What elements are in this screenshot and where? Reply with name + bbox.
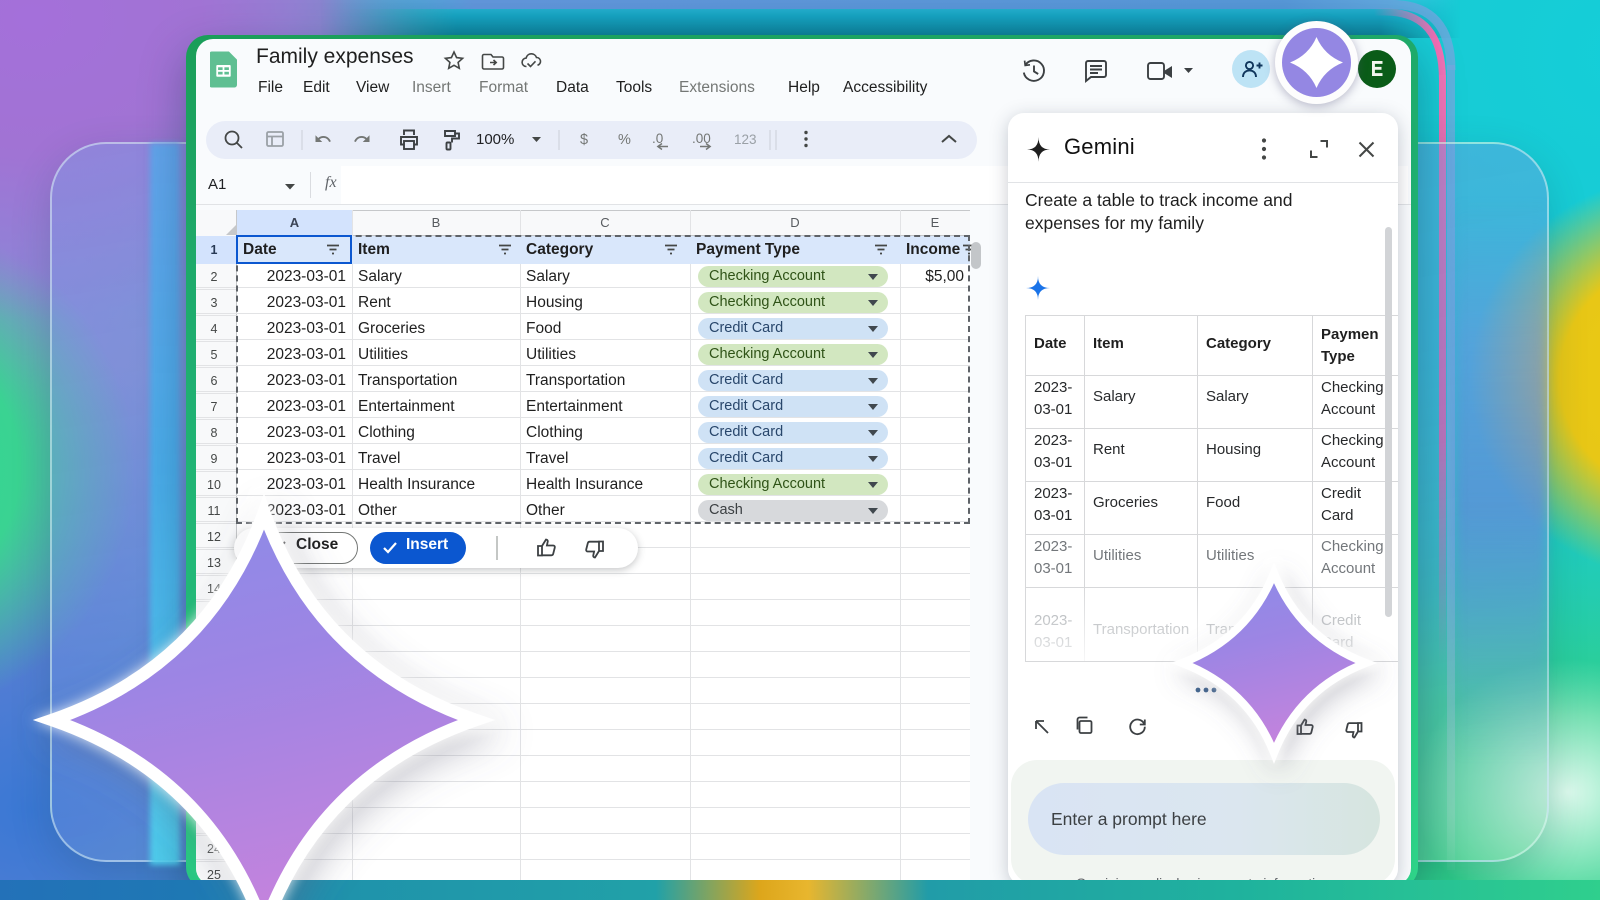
svg-text:123: 123 — [734, 132, 757, 147]
svg-text:.00: .00 — [692, 131, 711, 146]
svg-text:100%: 100% — [476, 131, 514, 148]
svg-text:%: % — [618, 132, 631, 148]
svg-text:$: $ — [580, 132, 588, 148]
